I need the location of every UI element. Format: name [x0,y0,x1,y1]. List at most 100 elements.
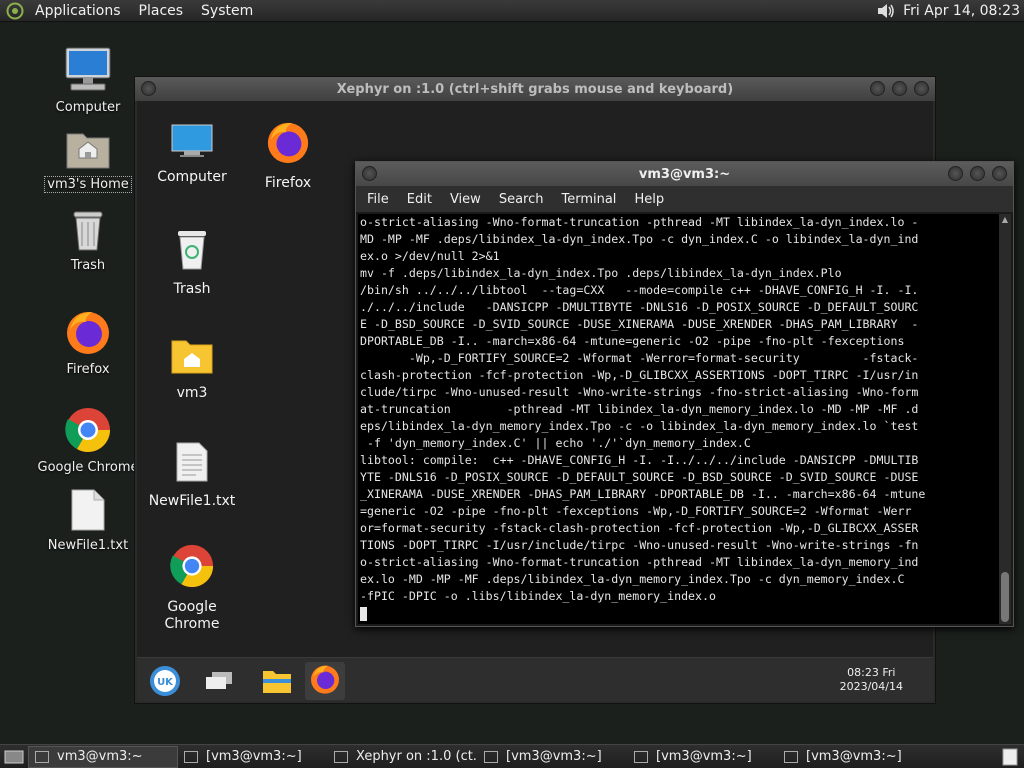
bottom-panel: vm3@vm3:~ [vm3@vm3:~] Xephyr on :1.0 (ct..… [0,744,1024,768]
text-file-icon [175,441,209,487]
terminal-line: ./../../include -DANSICPP -DMULTIBYTE -D… [360,300,919,314]
icon-label: Computer [157,169,227,185]
home-folder-icon [65,128,111,174]
terminal-line: /bin/sh ../../../libtool --tag=CXX --mod… [360,283,919,297]
xephyr-icon-chrome[interactable]: Google Chrome [142,543,242,633]
xephyr-panel-clock[interactable]: 08:23 Fri 2023/04/14 [840,666,903,694]
terminal-line: _XINERAMA -DUSE_XRENDER -DHAS_PAM_LIBRAR… [360,487,926,501]
xephyr-title: Xephyr on :1.0 (ctrl+shift grabs mouse a… [336,81,734,97]
taskbar-item-label: [vm3@vm3:~] [806,749,902,764]
terminal-titlebar[interactable]: vm3@vm3:~ [356,162,1013,186]
close-button[interactable] [914,81,929,96]
menu-system[interactable]: System [192,0,262,22]
taskbar-item[interactable]: vm3@vm3:~ [28,745,178,768]
taskbar-item[interactable]: [vm3@vm3:~] [478,746,628,768]
terminal-cursor[interactable] [360,605,999,622]
window-icon [484,750,498,763]
trash-icon [68,208,108,256]
window-icon [634,750,648,763]
maximize-button[interactable] [892,81,907,96]
terminal-line: or=format-security -fstack-clash-protect… [360,521,919,535]
computer-icon [170,123,214,163]
show-desktop-button[interactable] [199,662,239,700]
terminal-output[interactable]: o-strict-aliasing -Wno-format-truncation… [358,214,999,624]
terminal-line: -Wp,-D_FORTIFY_SOURCE=2 -Wformat -Werror… [360,351,919,365]
xephyr-icon-computer[interactable]: Computer [142,123,242,186]
desktop-home[interactable]: vm3's Home [38,128,138,193]
taskbar-item[interactable]: [vm3@vm3:~] [778,746,928,768]
terminal-title: vm3@vm3:~ [638,166,731,182]
show-desktop-icon[interactable] [0,745,28,768]
maximize-button[interactable] [970,166,985,181]
scrollbar-thumb[interactable] [1001,572,1009,622]
desktop-icon-label: Computer [55,100,121,115]
terminal-scrollbar[interactable]: ▲ [999,214,1011,624]
terminal-line: clude/tirpc -Wno-unused-result -Wno-writ… [360,385,919,399]
taskbar-item-label: vm3@vm3:~ [57,749,143,764]
icon-label: vm3 [176,385,208,401]
taskbar-item[interactable]: [vm3@vm3:~] [628,746,778,768]
desktop-computer[interactable]: Computer [38,46,138,115]
terminal-line: YTE -DNLS16 -D_POSIX_SOURCE -D_DEFAULT_S… [360,470,919,484]
terminal-line: ex.o >/dev/null 2>&1 [360,249,500,263]
firefox-icon [265,119,311,169]
window-icon [334,750,348,763]
xephyr-panel: UK 08:23 Fri 2023/04/14 [137,657,933,701]
firefox-icon [309,663,341,699]
minimize-button[interactable] [870,81,885,96]
menu-applications[interactable]: Applications [26,0,130,22]
window-menu-button[interactable] [362,166,377,181]
start-menu-button[interactable]: UK [145,662,185,700]
clock-time: 08:23 Fri [847,666,896,679]
home-folder-icon [170,337,214,379]
window-icon [184,750,198,763]
top-panel: Applications Places System Fri Apr 14, 0… [0,0,1024,22]
file-manager-button[interactable] [257,662,297,700]
terminal-menubar: File Edit View Search Terminal Help [356,186,1013,212]
terminal-line: DPORTABLE_DB -I.. -march=x86-64 -mtune=g… [360,334,905,348]
desktop-icon-label: Trash [70,258,106,273]
menu-terminal[interactable]: Terminal [552,192,625,207]
taskbar-item[interactable]: Xephyr on :1.0 (ct... [328,746,478,768]
menu-search[interactable]: Search [490,192,553,207]
xephyr-icon-firefox[interactable]: Firefox [238,119,338,192]
terminal-line: -f 'dyn_memory_index.C' || echo './'`dyn… [360,436,751,450]
terminal-line: at-truncation -pthread -MT libindex_la-d… [360,402,919,416]
terminal-line: =generic -O2 -pipe -fno-plt -fexceptions… [360,504,912,518]
xephyr-icon-trash[interactable]: Trash [142,227,242,298]
window-menu-button[interactable] [141,81,156,96]
desktop-chrome[interactable]: Google Chrome [38,406,138,475]
scroll-up-icon[interactable]: ▲ [999,214,1011,226]
taskbar-item[interactable]: [vm3@vm3:~] [178,746,328,768]
notes-icon[interactable] [996,745,1024,768]
terminal-line: -fPIC -DPIC -o .libs/libindex_la-dyn_mem… [360,589,716,603]
xephyr-icon-newfile[interactable]: NewFile1.txt [142,441,242,510]
desktop-firefox[interactable]: Firefox [38,308,138,377]
firefox-task-button[interactable] [305,662,345,700]
distro-logo-icon[interactable] [4,0,26,22]
menu-edit[interactable]: Edit [398,192,441,207]
xephyr-icon-vm3[interactable]: vm3 [142,337,242,402]
window-icon [784,750,798,763]
desktop-newfile[interactable]: NewFile1.txt [38,488,138,553]
desktop-icon-label: vm3's Home [44,176,132,193]
volume-icon[interactable] [875,0,897,22]
chrome-icon [64,406,112,458]
terminal-line: o-strict-aliasing -Wno-format-truncation… [360,555,919,569]
desktop-icon-label: NewFile1.txt [47,538,129,553]
desktop-trash[interactable]: Trash [38,208,138,273]
minimize-button[interactable] [948,166,963,181]
close-button[interactable] [992,166,1007,181]
terminal-line: o-strict-aliasing -Wno-format-truncation… [360,215,919,229]
menu-places[interactable]: Places [130,0,193,22]
menu-file[interactable]: File [358,192,398,207]
terminal-window[interactable]: vm3@vm3:~ File Edit View Search Terminal… [355,161,1014,627]
chrome-icon [169,543,215,593]
menu-view[interactable]: View [441,192,490,207]
clock-date: 2023/04/14 [839,680,903,693]
xephyr-titlebar[interactable]: Xephyr on :1.0 (ctrl+shift grabs mouse a… [135,77,935,101]
trash-icon [172,227,212,275]
top-clock[interactable]: Fri Apr 14, 08:23 [897,3,1024,19]
terminal-text: o-strict-aliasing -Wno-format-truncation… [358,214,999,622]
menu-help[interactable]: Help [625,192,673,207]
